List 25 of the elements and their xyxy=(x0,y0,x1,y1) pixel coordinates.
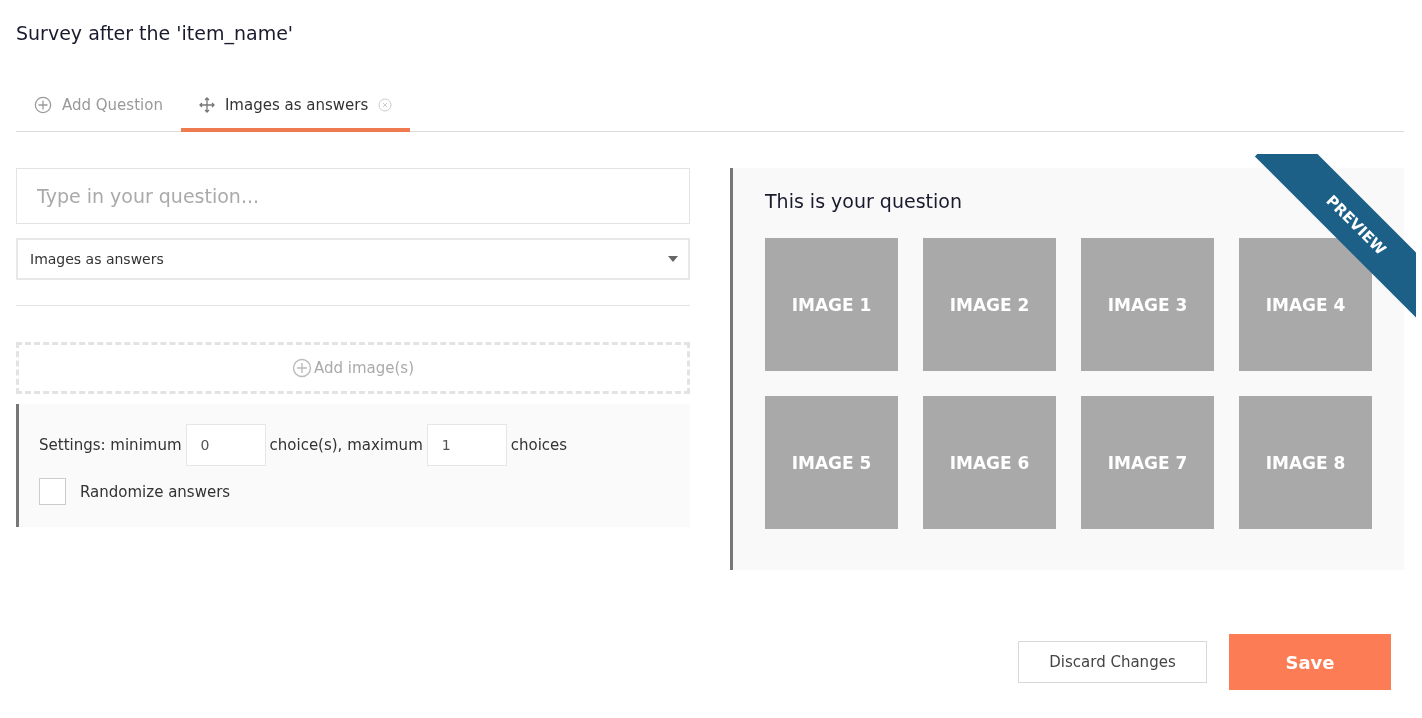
question-type-dropdown[interactable]: Images as answers xyxy=(16,238,690,280)
image-label: IMAGE 1 xyxy=(791,294,872,315)
randomize-checkbox[interactable] xyxy=(39,478,66,505)
image-label: IMAGE 6 xyxy=(949,452,1030,473)
page-title: Survey after the 'item_name' xyxy=(16,22,295,44)
settings-label: choice(s), maximum xyxy=(269,436,423,454)
tab[interactable]: Images as answers xyxy=(180,96,411,132)
maximum-field[interactable]: 1 xyxy=(426,424,507,466)
settings-label: choices xyxy=(510,436,568,454)
image-label: IMAGE 2 xyxy=(949,294,1030,315)
image-label: IMAGE 7 xyxy=(1107,452,1188,473)
image-label: IMAGE 4 xyxy=(1265,294,1346,315)
question-field[interactable]: Type in your question... xyxy=(16,168,690,224)
minimum-field[interactable]: 0 xyxy=(185,424,266,466)
image-label: IMAGE 3 xyxy=(1107,294,1188,315)
image-label: IMAGE 5 xyxy=(791,452,872,473)
caret-icon xyxy=(668,256,678,262)
add-icon xyxy=(291,358,312,378)
close-icon[interactable] xyxy=(378,98,393,112)
settings-label: Settings: minimum xyxy=(39,436,182,454)
image-label: IMAGE 8 xyxy=(1265,452,1346,473)
discard-button[interactable]: Discard Changes xyxy=(1018,641,1207,683)
move-icon xyxy=(198,97,215,113)
add-icon xyxy=(34,96,52,114)
checkbox-label: Randomize answers xyxy=(80,482,231,501)
